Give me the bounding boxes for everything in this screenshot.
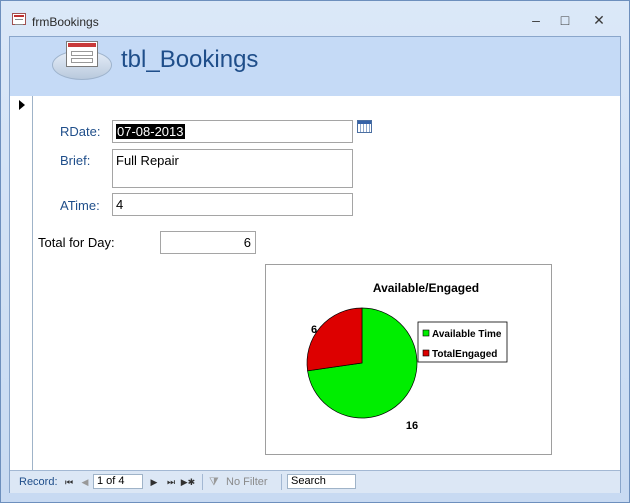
first-record-button[interactable]: ⏮ [63, 475, 75, 489]
brief-field[interactable]: Full Repair [112, 149, 353, 188]
record-label: Record: [19, 476, 58, 488]
record-navigation-bar: Record: ⏮ ◀ 1 of 4 ▶ ⏭ ▶✱ ⧩ No Filter Se… [10, 470, 620, 493]
filter-icon: ⧩ [209, 476, 219, 488]
calendar-icon[interactable] [357, 120, 372, 133]
last-record-button[interactable]: ⏭ [165, 475, 177, 489]
nav-separator [202, 474, 203, 490]
form-logo-icon [66, 41, 98, 67]
form-icon [12, 13, 26, 25]
pie-chart-frame: Available/Engaged 16 6 Available Time TotalE… [265, 264, 552, 455]
pie-chart: Available/Engaged 16 6 Available Time TotalE… [306, 281, 508, 432]
form-client-area: tbl_Bookings RDate: 07-08-2013 Brief: Fu… [9, 36, 621, 493]
chart-title: Available/Engaged [373, 281, 479, 295]
no-filter-button[interactable]: No Filter [226, 476, 268, 488]
rdate-field[interactable]: 07-08-2013 [112, 120, 353, 143]
legend-swatch [422, 349, 430, 357]
data-label: 16 [406, 420, 418, 432]
window-title: frmBookings [32, 15, 99, 29]
title-bar: frmBookings – □ ✕ [1, 1, 630, 35]
minimize-button[interactable]: – [523, 10, 549, 30]
previous-record-button[interactable]: ◀ [79, 475, 91, 489]
rdate-label: RDate: [60, 124, 101, 139]
pie-slice [306, 307, 363, 372]
record-position-field[interactable]: 1 of 4 [93, 474, 143, 489]
total-for-day-label: Total for Day: [38, 235, 115, 250]
total-for-day-field[interactable]: 6 [160, 231, 256, 254]
current-record-arrow-icon [19, 100, 25, 110]
next-record-button[interactable]: ▶ [148, 475, 160, 489]
nav-separator [281, 474, 282, 490]
legend-label: Available Time [432, 329, 502, 340]
atime-field[interactable]: 4 [112, 193, 353, 216]
maximize-button[interactable]: □ [552, 10, 578, 30]
close-button[interactable]: ✕ [586, 10, 612, 30]
form-title: tbl_Bookings [121, 46, 259, 73]
brief-label: Brief: [60, 153, 91, 168]
data-label: 6 [311, 324, 317, 336]
record-selector[interactable] [13, 96, 33, 470]
access-form-window: frmBookings – □ ✕ tbl_Bookings RDate: 07… [0, 0, 630, 503]
form-header: tbl_Bookings [10, 37, 620, 96]
search-input[interactable]: Search [287, 474, 356, 489]
legend-swatch [422, 329, 430, 337]
rdate-value: 07-08-2013 [116, 124, 185, 139]
legend-label: TotalEngaged [432, 349, 497, 360]
atime-label: ATime: [60, 198, 100, 213]
new-record-button[interactable]: ▶✱ [180, 475, 196, 489]
